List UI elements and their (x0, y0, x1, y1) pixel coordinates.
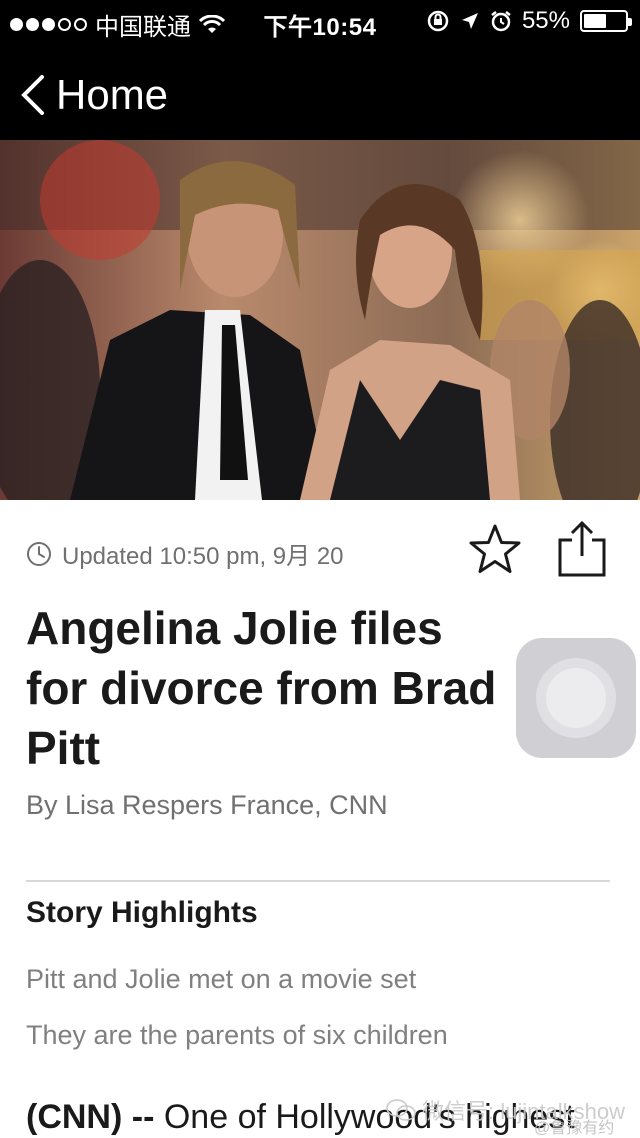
nav-bar: Home (0, 40, 640, 140)
hero-photo (0, 140, 640, 500)
star-icon (469, 524, 521, 573)
watermark-sub: @鲁豫有约 (534, 1120, 615, 1137)
article-headline: Angelina Jolie files for divorce from Br… (26, 602, 497, 774)
location-arrow-icon (461, 13, 478, 29)
story-highlights-title: Story Highlights (26, 896, 258, 929)
lead-source: (CNN) -- (26, 1098, 155, 1136)
battery-percent: 55% (521, 7, 570, 34)
back-button[interactable]: Home (18, 74, 168, 116)
status-bar: 中国联通 下午10:54 55% (0, 0, 640, 41)
share-button[interactable] (556, 520, 608, 583)
highlight-item: They are the parents of six children (26, 1020, 448, 1050)
back-label: Home (56, 71, 169, 118)
article-byline: By Lisa Respers France, CNN (26, 790, 388, 820)
assistive-touch-button[interactable] (516, 638, 636, 758)
favorite-button[interactable] (468, 522, 522, 581)
battery-icon (580, 10, 632, 32)
wechat-icon (386, 1099, 416, 1121)
updated-timestamp: Updated 10:50 pm, 9月 20 (62, 543, 344, 570)
status-right: 55% (426, 7, 632, 35)
alarm-icon (491, 11, 511, 32)
hero-photo-illustration (0, 140, 640, 500)
rotation-lock-icon (427, 10, 449, 32)
meta-row: Updated 10:50 pm, 9月 20 (26, 536, 344, 571)
share-icon (558, 520, 606, 577)
divider (26, 880, 610, 882)
highlight-item: Pitt and Jolie met on a movie set (26, 964, 417, 994)
clock-icon (27, 541, 51, 566)
chevron-left-icon (21, 75, 44, 115)
